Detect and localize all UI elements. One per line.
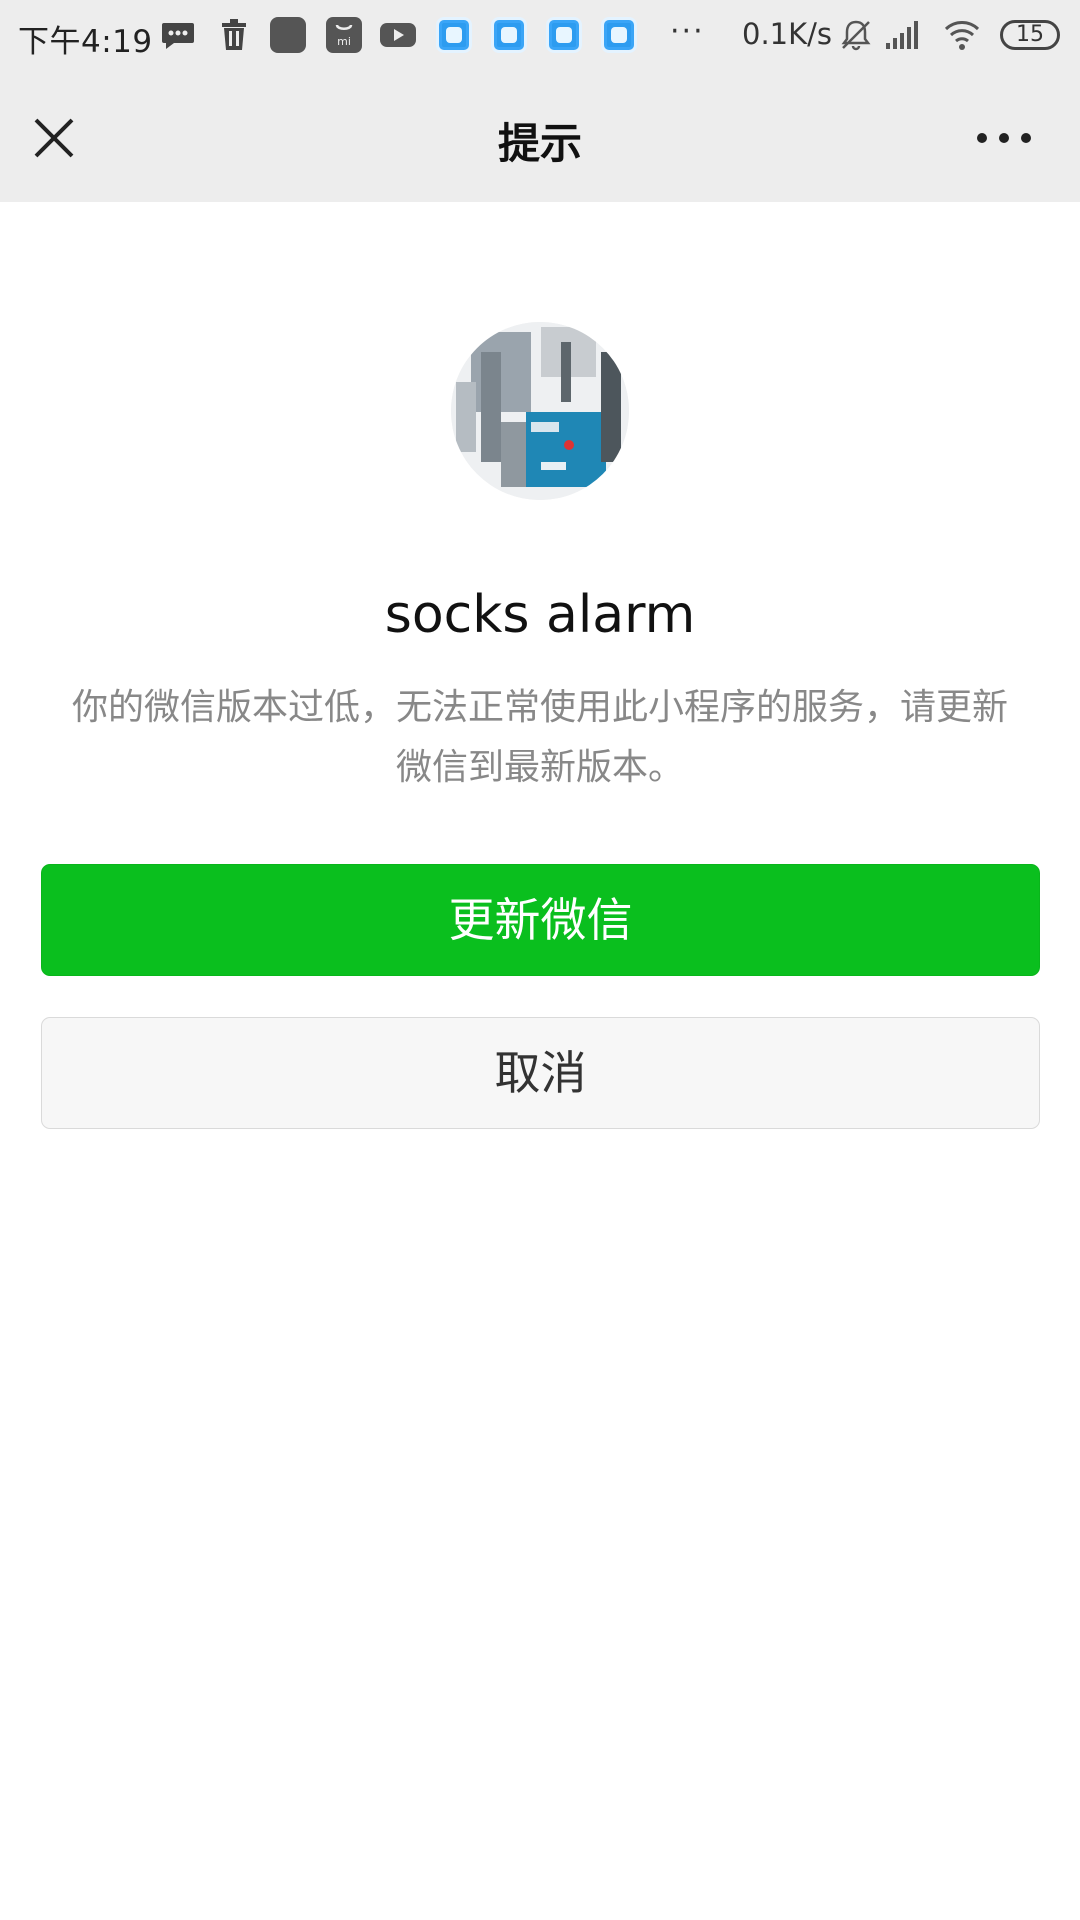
svg-text:mi: mi [337, 35, 351, 48]
cancel-button[interactable]: 取消 [41, 1017, 1040, 1129]
app-tile-icon [491, 17, 527, 53]
network-speed: 0.1K/s [742, 17, 833, 51]
chat-bubble-icon [160, 17, 196, 53]
nav-bar: 提示 [0, 72, 1080, 202]
mute-bell-icon [838, 17, 874, 53]
app-icon [270, 17, 306, 53]
status-overflow: ··· [670, 14, 705, 49]
app-tile-icon [601, 17, 637, 53]
app-name: socks alarm [384, 585, 696, 645]
app-avatar [451, 322, 629, 500]
update-wechat-button[interactable]: 更新微信 [41, 864, 1040, 976]
trash-icon [216, 17, 252, 53]
version-warning-message: 你的微信版本过低，无法正常使用此小程序的服务，请更新微信到最新版本。 [71, 687, 1008, 788]
youtube-icon [380, 17, 416, 53]
mi-store-icon: mi [326, 17, 362, 53]
status-time: 下午4:19 [18, 24, 153, 60]
battery-icon: 15 [1000, 20, 1060, 50]
app-tile-icon [436, 17, 472, 53]
wifi-icon [944, 17, 980, 53]
status-bar: 下午4:19 mi ··· 0.1K/s 15 [0, 0, 1080, 72]
app-tile-icon [546, 17, 582, 53]
page-title: 提示 [497, 119, 582, 168]
signal-icon [884, 17, 920, 53]
more-dots-icon[interactable] [976, 126, 1032, 150]
